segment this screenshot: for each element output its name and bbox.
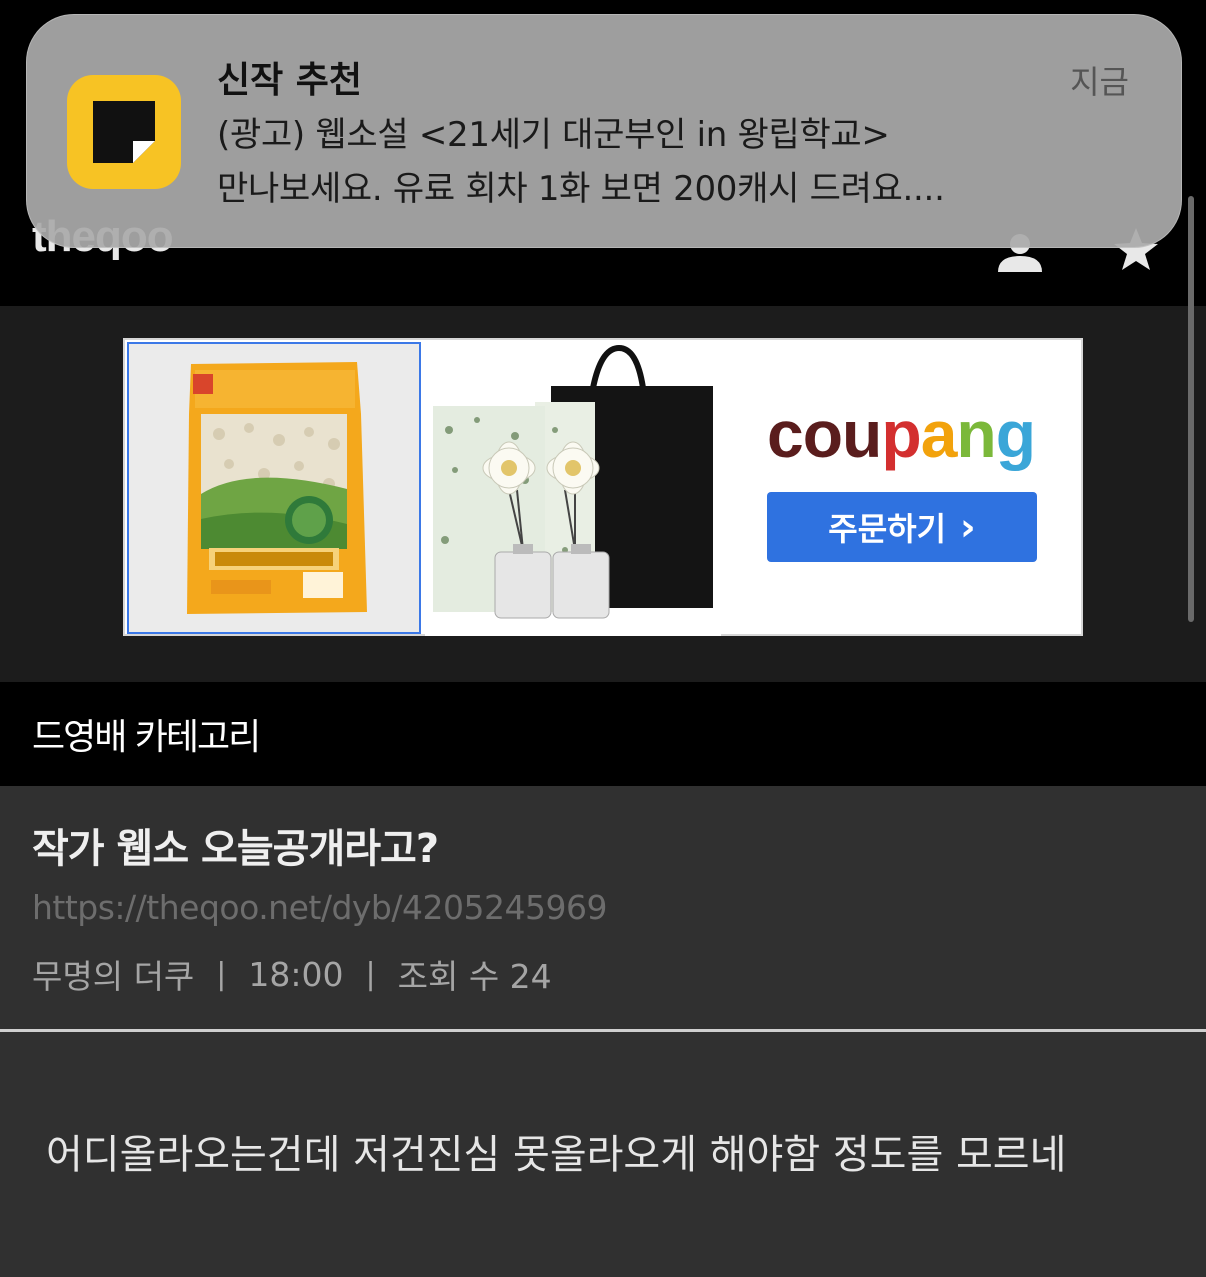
article-text: 어디올라오는건데 저건진심 못올라오게 해야함 정도를 모르네 [46,1132,1067,1178]
coupang-logo-letter: n [956,397,996,471]
meta-separator: | [365,956,376,992]
ad-banner[interactable]: coupang 주문하기 › [123,338,1083,636]
coupang-logo-letter: u [842,397,882,471]
coupang-logo-letter: a [920,397,958,471]
article-meta: 무명의 더쿠 | 18:00 | 조회 수 24 [32,950,552,998]
notification-time: 지금 [1070,63,1129,101]
category-bar: 드영배 카테고리 [0,682,1206,786]
coupang-logo-letter: o [802,397,843,471]
grain-bag-illustration [129,344,419,632]
order-button[interactable]: 주문하기 › [767,492,1037,562]
page-app-icon [67,75,181,189]
meta-separator: | [216,956,227,992]
scrollbar[interactable] [1188,196,1194,622]
diffuser-illustration [425,340,721,636]
notification-title: 신작 추천 [217,60,363,101]
page: theqoo [0,0,1206,1277]
coupang-logo: coupang [767,396,1036,472]
article-title: 작가 웹소 오늘공개라고? [32,826,439,872]
article-views: 조회 수 24 [397,957,552,996]
page-fold-icon [93,101,155,163]
ad-area: coupang 주문하기 › [0,306,1206,682]
category-name[interactable]: 드영배 카테고리 [32,708,261,760]
coupang-logo-letter: g [995,397,1036,471]
article-body: 어디올라오는건데 저건진심 못올라오게 해야함 정도를 모르네 [0,1032,1206,1277]
order-button-label: 주문하기 [828,510,947,548]
article-url[interactable]: https://theqoo.net/dyb/4205245969 [32,888,607,927]
coupang-logo-letter: p [881,397,921,471]
ad-product-image-grain-bag[interactable] [127,342,421,634]
article-header: 작가 웹소 오늘공개라고? https://theqoo.net/dyb/420… [0,786,1206,1030]
notification-message-line: (광고) 웹소설 <21세기 대군부인 in 왕립학교> [217,115,890,155]
ad-product-image-diffuser[interactable] [425,340,721,636]
coupang-logo-letter: c [767,397,804,471]
chevron-right-icon: › [960,505,976,549]
notification-message-line: 만나보세요. 유료 회차 1화 보면 200캐시 드려요.... [217,169,945,209]
article-time: 18:00 [248,954,344,994]
article-author[interactable]: 무명의 더쿠 [32,950,194,998]
push-notification[interactable]: 신작 추천 (광고) 웹소설 <21세기 대군부인 in 왕립학교> 만나보세요… [26,14,1182,248]
coupang-ad[interactable]: coupang 주문하기 › [723,340,1083,636]
